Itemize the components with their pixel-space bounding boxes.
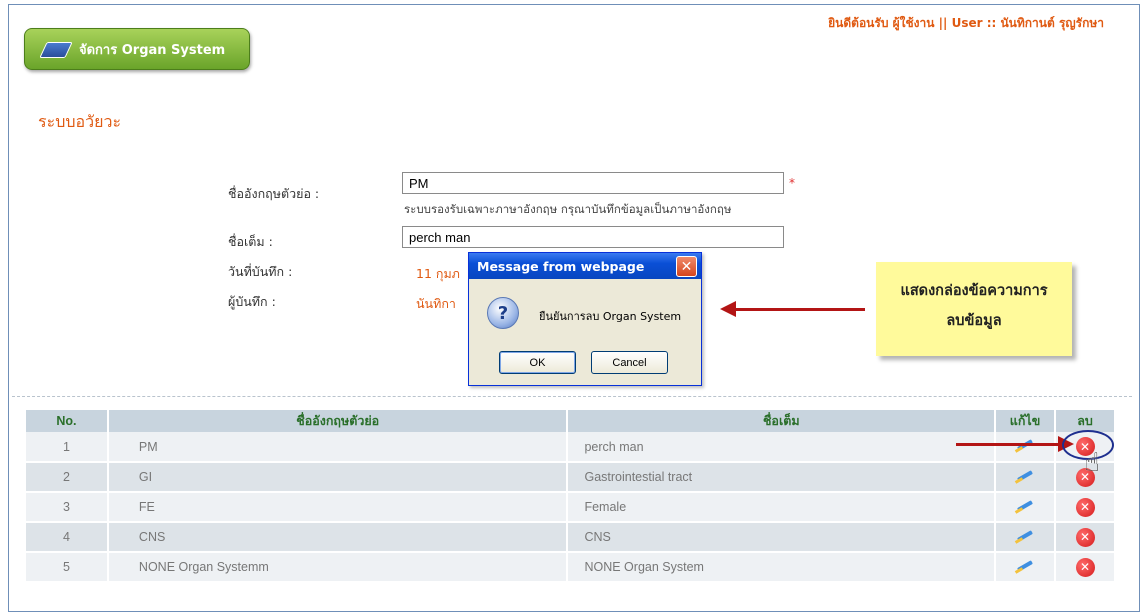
edit-cell: [995, 432, 1057, 463]
table-row: 4 CNS CNS ✕: [26, 522, 1116, 553]
delete-x-icon[interactable]: ✕: [1075, 527, 1095, 547]
delete-cell: ✕: [1055, 522, 1116, 553]
row-abbr: GI: [107, 462, 569, 493]
required-mark: *: [789, 176, 795, 190]
annotation-callout: แสดงกล่องข้อความการ ลบข้อมูล: [876, 262, 1072, 356]
date-label: วันที่บันทึก :: [228, 264, 293, 279]
hand-cursor-icon: ☝: [1084, 448, 1100, 478]
delete-cell: ✕: [1055, 552, 1116, 583]
col-abbr-header: ชื่ออังกฤษตัวย่อ: [107, 410, 569, 432]
col-no-header: No.: [26, 410, 109, 432]
row-abbr: PM: [107, 432, 569, 463]
delete-cell: ✕: [1055, 492, 1116, 523]
row-no: 2: [26, 462, 109, 493]
edit-pencil-icon[interactable]: [1015, 499, 1035, 513]
row-no: 3: [26, 492, 109, 523]
row-abbr: NONE Organ Systemm: [107, 552, 569, 583]
edit-pencil-icon[interactable]: [1015, 529, 1035, 543]
section-title: ระบบอวัยวะ: [38, 112, 122, 131]
fullname-input[interactable]: [402, 226, 784, 248]
confirm-dialog: Message from webpage ✕ ? ยืนยันการลบ Org…: [468, 252, 702, 386]
row-full: Female: [567, 492, 997, 523]
cancel-button[interactable]: Cancel: [591, 351, 668, 374]
row-full: NONE Organ System: [567, 552, 997, 583]
dialog-close-button[interactable]: ✕: [676, 256, 697, 277]
delete-arrow-line: [956, 443, 1060, 446]
welcome-text: ยินดีต้อนรับ ผู้ใช้งาน || User :: นันทิก…: [828, 16, 1104, 30]
row-no: 1: [26, 432, 109, 463]
question-icon: ?: [487, 297, 519, 329]
callout-arrow-head: [720, 301, 736, 317]
dialog-message: ยืนยันการลบ Organ System: [539, 310, 682, 323]
table-header-row: No. ชื่ออังกฤษตัวย่อ ชื่อเต็ม แก้ไข ลบ: [26, 410, 1116, 432]
manage-organ-system-button[interactable]: จัดการ Organ System: [24, 28, 250, 70]
abbr-hint: ระบบรองรับเฉพาะภาษาอังกฤษ กรุณาบันทึกข้อ…: [404, 202, 732, 216]
callout-line-1: แสดงกล่องข้อความการ: [900, 283, 1048, 299]
dialog-title: Message from webpage: [477, 258, 645, 274]
organ-system-table: No. ชื่ออังกฤษตัวย่อ ชื่อเต็ม แก้ไข ลบ 1…: [26, 410, 1116, 583]
book-icon: [41, 39, 69, 59]
divider: [12, 396, 1132, 397]
table-row: 2 GI Gastrointestial tract ✕: [26, 462, 1116, 493]
edit-cell: [995, 462, 1057, 493]
table-row: 3 FE Female ✕: [26, 492, 1116, 523]
edit-cell: [995, 552, 1057, 583]
edit-cell: [995, 492, 1057, 523]
row-no: 4: [26, 522, 109, 553]
delete-x-icon[interactable]: ✕: [1075, 557, 1095, 577]
abbr-label: ชื่ออังกฤษตัวย่อ :: [228, 186, 320, 201]
row-full: Gastrointestial tract: [567, 462, 997, 493]
manage-organ-system-label: จัดการ Organ System: [79, 42, 226, 58]
edit-pencil-icon[interactable]: [1015, 559, 1035, 573]
row-full: CNS: [567, 522, 997, 553]
col-full-header: ชื่อเต็ม: [567, 410, 997, 432]
fullname-label: ชื่อเต็ม :: [228, 234, 273, 249]
col-delete-header: ลบ: [1055, 410, 1116, 432]
delete-x-icon[interactable]: ✕: [1075, 497, 1095, 517]
row-abbr: FE: [107, 492, 569, 523]
row-full: perch man: [567, 432, 997, 463]
date-value: 11 กุมภ: [416, 266, 460, 281]
edit-pencil-icon[interactable]: [1015, 469, 1035, 483]
row-abbr: CNS: [107, 522, 569, 553]
col-edit-header: แก้ไข: [995, 410, 1057, 432]
abbr-input[interactable]: [402, 172, 784, 194]
table-row: 1 PM perch man ✕: [26, 432, 1116, 463]
dialog-titlebar[interactable]: Message from webpage: [469, 253, 701, 279]
callout-arrow-line: [735, 308, 865, 311]
edit-cell: [995, 522, 1057, 553]
table-row: 5 NONE Organ Systemm NONE Organ System ✕: [26, 552, 1116, 583]
ok-button[interactable]: OK: [499, 351, 576, 374]
recorder-value: นันทิกา: [416, 296, 456, 311]
callout-line-2: ลบข้อมูล: [946, 313, 1002, 329]
row-no: 5: [26, 552, 109, 583]
recorder-label: ผู้บันทึก :: [228, 294, 276, 309]
